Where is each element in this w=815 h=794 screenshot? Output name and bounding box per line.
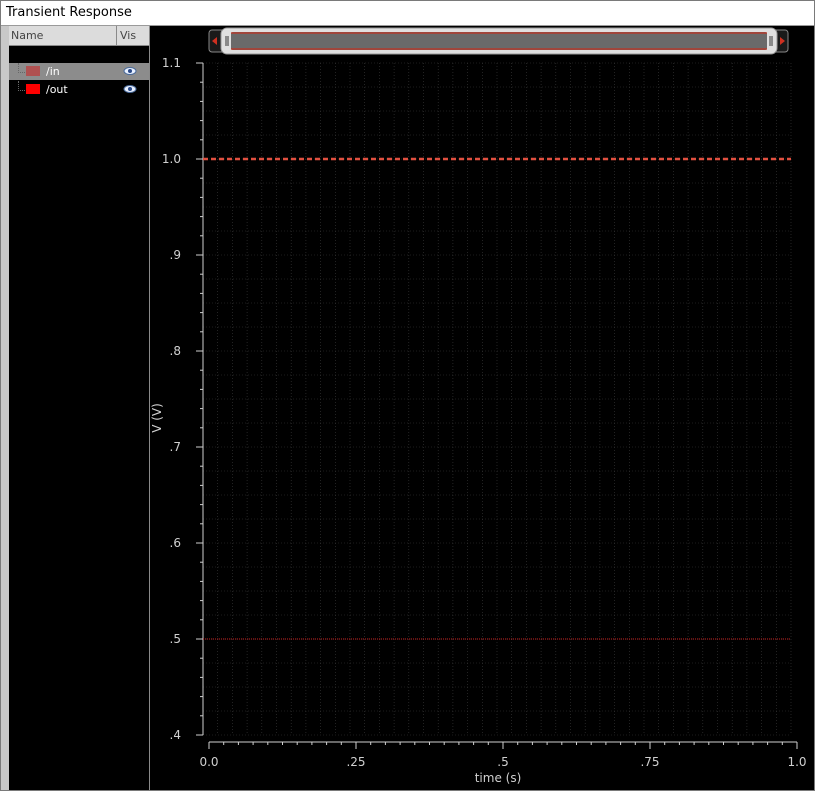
y-tick-label: .5 [170, 632, 181, 646]
window-title: Transient Response [6, 5, 132, 20]
y-tick-label: .9 [170, 248, 181, 262]
waveform-window: Transient Response Name Vis /in /out .4 … [0, 0, 815, 791]
tree-connector [18, 81, 25, 91]
x-scrollbar[interactable] [208, 27, 789, 55]
y-tick-label: .6 [170, 536, 181, 550]
y-axis-label: V (V) [151, 403, 164, 433]
vis-column-header[interactable]: Vis [116, 26, 150, 45]
y-tick-label: .4 [170, 728, 181, 742]
signal-row-in[interactable]: /in [9, 63, 149, 80]
eye-icon[interactable] [123, 83, 137, 95]
axes: .4 .5 .6 .7 .8 .9 1.0 1.1 0.0 .25 .5 .75 1.0 [162, 56, 807, 769]
x-axis-label: time (s) [475, 771, 522, 785]
signal-browser-header: Name Vis [9, 26, 149, 46]
scrollbar-thumb-inner [231, 32, 767, 50]
x-tick-label: 1.0 [787, 755, 806, 769]
y-tick-label: .8 [170, 344, 181, 358]
eye-icon[interactable] [123, 65, 137, 77]
y-tick-label: .7 [170, 440, 181, 454]
signal-browser: Name Vis /in /out [9, 26, 150, 790]
title-bar: Transient Response [1, 1, 814, 26]
signal-color-swatch [26, 66, 40, 76]
name-column-header[interactable]: Name [11, 29, 43, 42]
x-tick-label: 0.0 [199, 755, 218, 769]
signal-name: /in [46, 65, 60, 78]
left-edge [1, 26, 9, 790]
vis-column-label: Vis [120, 29, 137, 42]
grid [202, 62, 792, 736]
x-tick-label: .75 [640, 755, 659, 769]
y-tick-label: 1.0 [162, 152, 181, 166]
x-tick-label: .5 [497, 755, 508, 769]
signal-color-swatch [26, 84, 40, 94]
tree-connector [18, 63, 25, 73]
signal-row-out[interactable]: /out [9, 81, 149, 98]
plot-area: .4 .5 .6 .7 .8 .9 1.0 1.1 0.0 .25 .5 .75 1.0 time (s… [150, 26, 814, 790]
y-tick-label: 1.1 [162, 56, 181, 70]
signal-name: /out [46, 83, 68, 96]
x-tick-label: .25 [346, 755, 365, 769]
chart-svg: .4 .5 .6 .7 .8 .9 1.0 1.1 0.0 .25 .5 .75 1.0 time (s… [150, 27, 807, 785]
